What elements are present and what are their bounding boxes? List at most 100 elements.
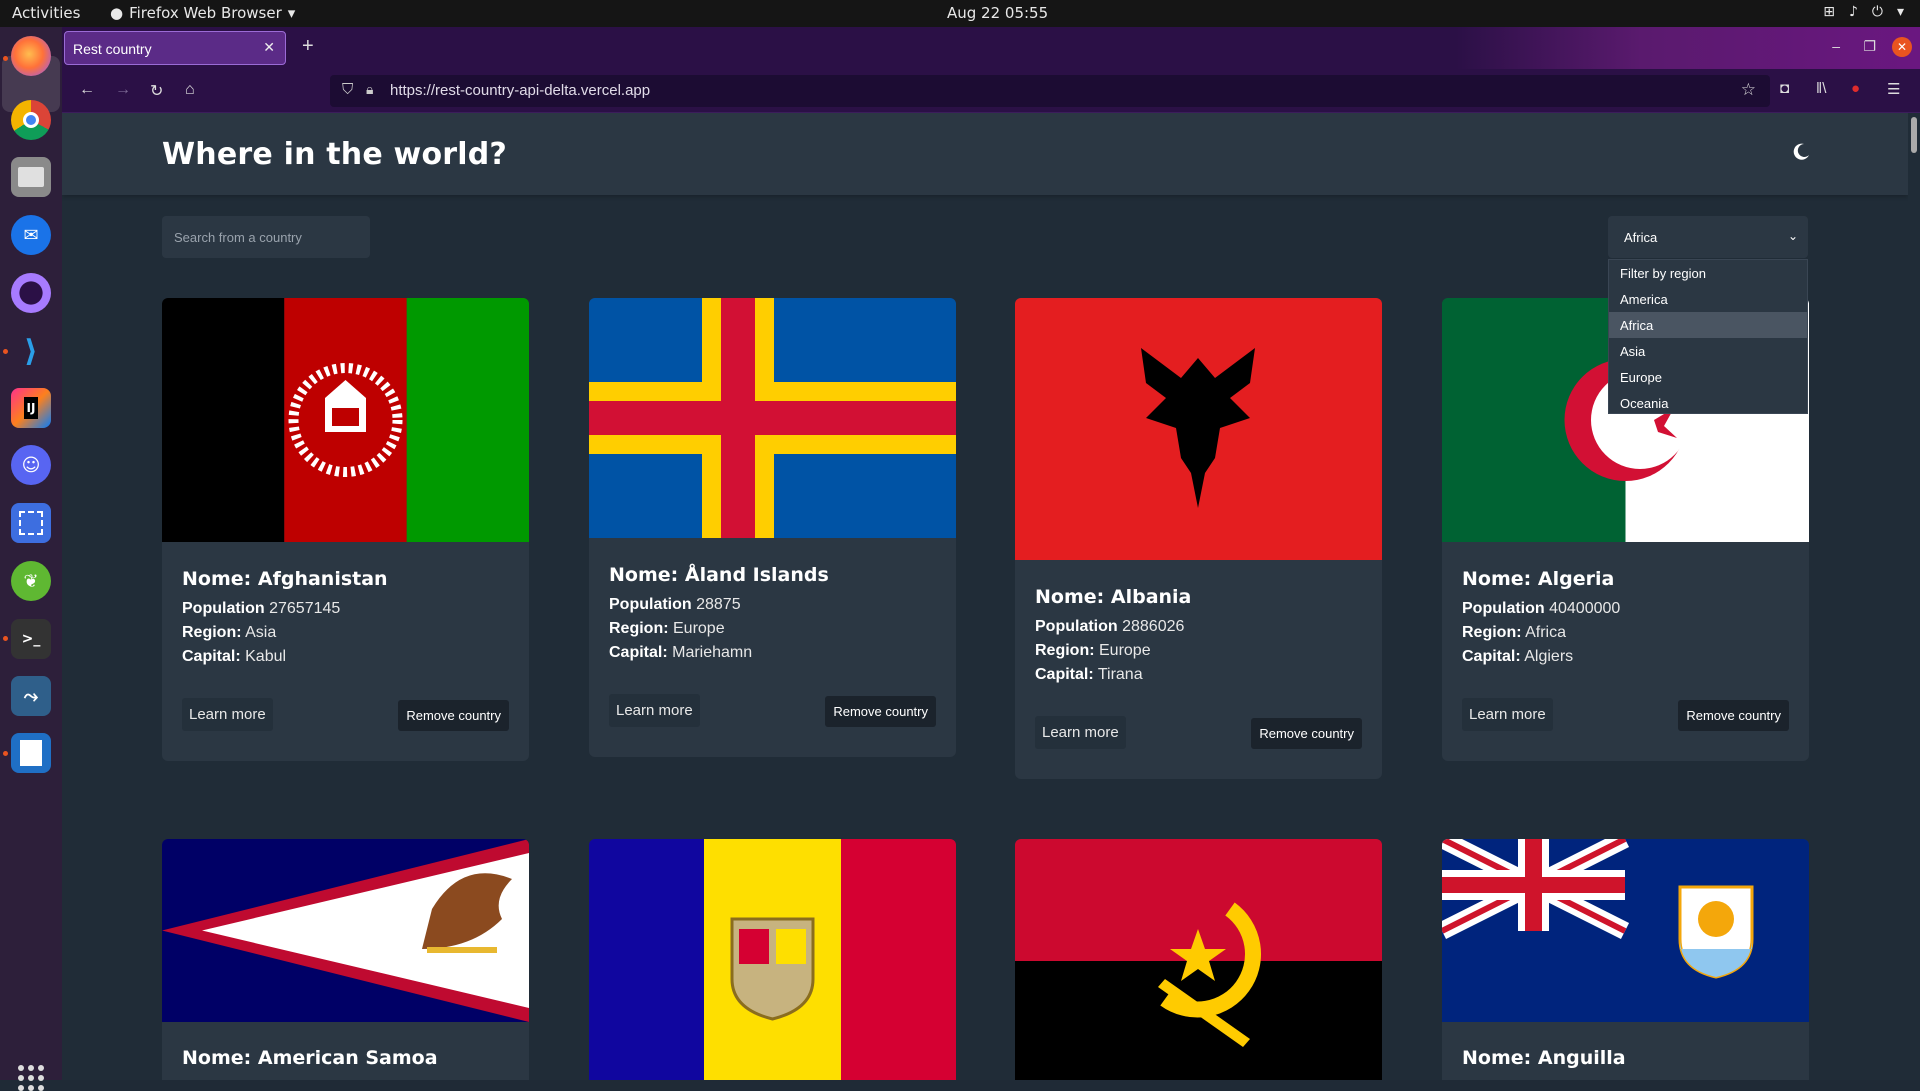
region-row: Region: Asia xyxy=(182,624,388,642)
region-dropdown-list: Filter by region America Africa Asia Eur… xyxy=(1608,259,1808,414)
scrollbar-thumb[interactable] xyxy=(1911,117,1917,153)
writer-dock-icon[interactable] xyxy=(11,733,51,773)
country-card-anguilla[interactable]: Nome: Anguilla xyxy=(1442,839,1809,1080)
page-viewport: Where in the world? Search from a countr… xyxy=(62,113,1908,1080)
population-row: Population 28875 xyxy=(609,596,829,614)
forward-button[interactable]: → xyxy=(115,81,131,99)
restore-button[interactable]: ❐ xyxy=(1863,38,1876,55)
volume-icon: ♪ xyxy=(1848,4,1858,20)
page-scrollbar[interactable] xyxy=(1908,113,1920,1080)
lock-icon[interactable]: 🔒︎ xyxy=(366,81,373,98)
country-info: Nome: American Samoa xyxy=(182,1047,438,1079)
tab-rest-country[interactable]: Rest country ✕ xyxy=(64,31,286,65)
search-input[interactable]: Search from a country xyxy=(162,216,370,258)
option-europe[interactable]: Europe xyxy=(1609,364,1807,390)
tracking-protection-icon[interactable]: ⛉ xyxy=(342,81,353,98)
reload-button[interactable]: ↻ xyxy=(150,81,163,101)
region-label: Region: xyxy=(609,620,669,637)
option-africa[interactable]: Africa xyxy=(1609,312,1807,338)
close-window-button[interactable]: ✕ xyxy=(1892,37,1912,57)
remove-country-button[interactable]: Remove country xyxy=(1678,700,1789,731)
name-label: Nome: xyxy=(1035,586,1105,608)
mysql-workbench-dock-icon[interactable]: ⤳ xyxy=(11,676,51,716)
population-row: Population 2886026 xyxy=(1035,618,1191,636)
country-name-line: Nome: Anguilla xyxy=(1462,1047,1626,1069)
option-oceania[interactable]: Oceania xyxy=(1609,390,1807,416)
minimize-button[interactable]: – xyxy=(1832,38,1840,54)
country-name: Åland Islands xyxy=(684,564,829,586)
region-value: Europe xyxy=(1099,642,1151,659)
firefox-dock-icon[interactable] xyxy=(11,36,51,76)
files-dock-icon[interactable] xyxy=(11,157,51,197)
remove-country-button[interactable]: Remove country xyxy=(1251,718,1362,749)
country-name-line: Nome: Algeria xyxy=(1462,568,1620,590)
spring-dock-icon[interactable]: ❦ xyxy=(11,561,51,601)
option-asia[interactable]: Asia xyxy=(1609,338,1807,364)
url-bar[interactable]: ⛉ 🔒︎ https://rest-country-api-delta.verc… xyxy=(330,75,1770,107)
app-menu[interactable]: ● Firefox Web Browser ▾ xyxy=(110,4,295,22)
back-button[interactable]: ← xyxy=(79,81,95,99)
name-label: Nome: xyxy=(1462,568,1532,590)
learn-more-button[interactable]: Learn more xyxy=(609,694,700,727)
discord-dock-icon[interactable]: ☺ xyxy=(11,445,51,485)
intellij-dock-icon[interactable]: IJ xyxy=(11,388,51,428)
capital-row: Capital: Kabul xyxy=(182,648,388,666)
close-tab-icon[interactable]: ✕ xyxy=(263,39,275,56)
region-row: Region: Europe xyxy=(609,620,829,638)
country-card-angola[interactable] xyxy=(1015,839,1382,1080)
option-america[interactable]: America xyxy=(1609,286,1807,312)
library-icon[interactable]: ‖\ xyxy=(1816,80,1826,97)
country-name: Algeria xyxy=(1537,568,1615,590)
remove-country-button[interactable]: Remove country xyxy=(398,700,509,731)
country-name-line: Nome: American Samoa xyxy=(182,1047,438,1069)
show-apps-icon[interactable] xyxy=(18,1065,44,1091)
name-label: Nome: xyxy=(1462,1047,1532,1069)
learn-more-button[interactable]: Learn more xyxy=(1462,698,1553,731)
extension-icon[interactable]: ● xyxy=(1851,80,1860,97)
learn-more-button[interactable]: Learn more xyxy=(1035,716,1126,749)
chrome-dock-icon[interactable] xyxy=(11,100,51,140)
region-label: Region: xyxy=(182,624,242,641)
firefox-nightly-dock-icon[interactable] xyxy=(11,273,51,313)
country-card-aland-islands[interactable]: Nome: Åland Islands Population 28875 Reg… xyxy=(589,298,956,757)
region-filter-select[interactable]: Africa ⌄ xyxy=(1608,216,1808,258)
country-card-albania[interactable]: Nome: Albania Population 2886026 Region:… xyxy=(1015,298,1382,779)
population-row: Population 40400000 xyxy=(1462,600,1620,618)
tab-bar: Rest country ✕ + – ❐ ✕ xyxy=(62,27,1920,69)
pocket-icon[interactable]: ◘ xyxy=(1780,80,1789,97)
population-value: 28875 xyxy=(696,596,741,613)
country-card-andorra[interactable] xyxy=(589,839,956,1080)
country-name: Afghanistan xyxy=(257,568,388,590)
home-button[interactable]: ⌂ xyxy=(185,81,195,99)
learn-more-button[interactable]: Learn more xyxy=(182,698,273,731)
capital-value: Kabul xyxy=(245,648,287,665)
running-indicator xyxy=(3,56,8,61)
country-name: American Samoa xyxy=(257,1047,438,1069)
country-info: Nome: Afghanistan Population 27657145 Re… xyxy=(182,568,388,672)
option-filter-by-region[interactable]: Filter by region xyxy=(1609,260,1807,286)
country-card-american-samoa[interactable]: Nome: American Samoa xyxy=(162,839,529,1080)
clock[interactable]: Aug 22 05:55 xyxy=(947,4,1048,22)
terminal-dock-icon[interactable]: >_ xyxy=(11,619,51,659)
tab-title: Rest country xyxy=(73,41,152,57)
new-tab-button[interactable]: + xyxy=(302,35,314,58)
activities-button[interactable]: Activities xyxy=(12,4,80,22)
site-header: Where in the world? xyxy=(62,113,1908,195)
capital-row: Capital: Algiers xyxy=(1462,648,1620,666)
remove-country-button[interactable]: Remove country xyxy=(825,696,936,727)
thunderbird-dock-icon[interactable]: ✉ xyxy=(11,215,51,255)
capital-row: Capital: Tirana xyxy=(1035,666,1191,684)
bookmark-star-icon[interactable]: ☆ xyxy=(1741,80,1756,100)
vscode-dock-icon[interactable]: ⟩ xyxy=(11,331,51,371)
system-tray[interactable]: ⊞ ♪ ⏻ ▾ xyxy=(1823,4,1904,20)
running-indicator xyxy=(3,751,8,756)
region-row: Region: Europe xyxy=(1035,642,1191,660)
flag-image xyxy=(589,298,956,538)
country-card-afghanistan[interactable]: Nome: Afghanistan Population 27657145 Re… xyxy=(162,298,529,761)
moon-icon[interactable] xyxy=(1792,143,1810,161)
country-info: Nome: Albania Population 2886026 Region:… xyxy=(1035,586,1191,690)
name-label: Nome: xyxy=(182,1047,252,1069)
menu-icon[interactable]: ☰ xyxy=(1887,80,1900,98)
capital-row: Capital: Mariehamn xyxy=(609,644,829,662)
screenshot-dock-icon[interactable] xyxy=(11,503,51,543)
